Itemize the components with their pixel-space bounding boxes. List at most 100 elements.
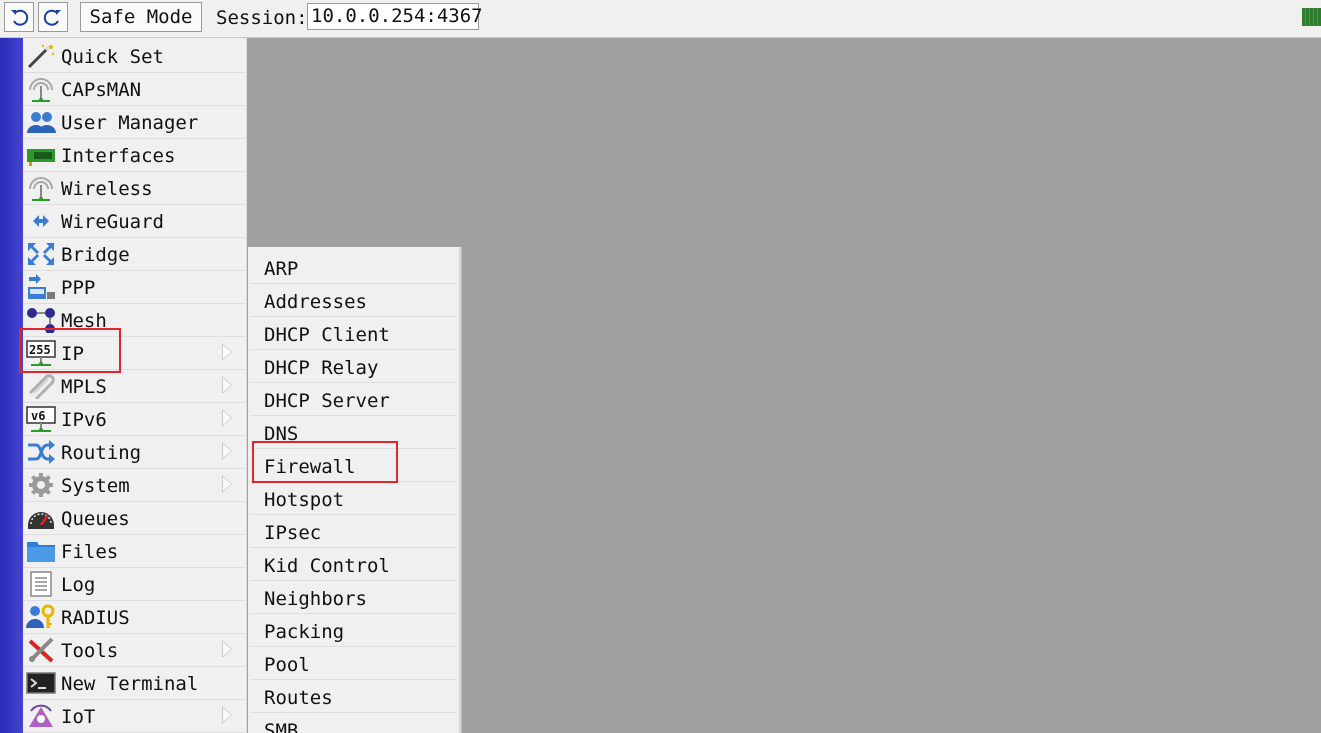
- menu-item-label: IoT: [61, 706, 96, 728]
- submenu-item-packing[interactable]: Packing: [250, 614, 456, 647]
- network-card-icon: [27, 149, 55, 166]
- menu-item-log[interactable]: Log: [23, 568, 245, 601]
- session-label: Session:: [216, 7, 308, 29]
- submenu-arrow-icon: [222, 640, 232, 658]
- submenu-item-label: SMB: [264, 720, 299, 733]
- bridge-icon: [28, 243, 54, 265]
- submenu-item-label: DHCP Relay: [264, 357, 379, 379]
- submenu-item-dhcp-server[interactable]: DHCP Server: [250, 383, 456, 416]
- gear-icon: [29, 473, 53, 497]
- menu-item-ip[interactable]: 255 IP: [23, 337, 245, 370]
- redo-button[interactable]: [38, 2, 68, 32]
- menu-item-label: IPv6: [61, 409, 107, 431]
- menu-item-label: Interfaces: [61, 145, 176, 167]
- menu-item-label: PPP: [61, 277, 96, 299]
- menu-item-label: Bridge: [61, 244, 130, 266]
- mesh-icon: [27, 308, 55, 333]
- submenu-item-label: IPsec: [264, 522, 322, 544]
- submenu-item-pool[interactable]: Pool: [250, 647, 456, 680]
- routing-icon: [28, 440, 55, 464]
- menu-item-label: Tools: [61, 640, 119, 662]
- submenu-item-kid-control[interactable]: Kid Control: [250, 548, 456, 581]
- menu-item-label: Files: [61, 541, 119, 563]
- menu-item-label: CAPsMAN: [61, 79, 142, 101]
- menu-item-label: System: [61, 475, 130, 497]
- submenu-item-label: Firewall: [264, 456, 356, 478]
- menu-item-ppp[interactable]: PPP: [23, 271, 245, 304]
- menu-item-label: Routing: [61, 442, 142, 464]
- wireguard-icon: [33, 215, 49, 227]
- ipv6-icon: v6: [26, 406, 56, 432]
- menu-item-interfaces[interactable]: Interfaces: [23, 139, 245, 172]
- terminal-icon: [26, 672, 56, 694]
- submenu-item-routes[interactable]: Routes: [250, 680, 456, 713]
- menu-item-queues[interactable]: Queues: [23, 502, 245, 535]
- submenu-item-hotspot[interactable]: Hotspot: [250, 482, 456, 515]
- submenu-item-dns[interactable]: DNS: [250, 416, 456, 449]
- menu-item-mesh[interactable]: Mesh: [23, 304, 245, 337]
- submenu-item-label: Hotspot: [264, 489, 345, 511]
- submenu-item-firewall[interactable]: Firewall: [250, 449, 456, 482]
- submenu-item-addresses[interactable]: Addresses: [250, 284, 456, 317]
- iot-icon: [29, 704, 53, 727]
- users-icon: [27, 112, 56, 133]
- submenu-arrow-icon: [222, 376, 232, 394]
- main-menu: Quick Set CAPsMAN User Manager Interface…: [23, 38, 247, 733]
- menu-item-label: User Manager: [61, 112, 199, 134]
- submenu-item-label: Kid Control: [264, 555, 390, 577]
- safe-mode-button[interactable]: Safe Mode: [80, 2, 202, 32]
- antenna-icon: [29, 177, 53, 201]
- menu-item-tools[interactable]: Tools: [23, 634, 245, 667]
- menu-item-ipv6[interactable]: v6 IPv6: [23, 403, 245, 436]
- menu-item-routing[interactable]: Routing: [23, 436, 245, 469]
- submenu-item-ipsec[interactable]: IPsec: [250, 515, 456, 548]
- menu-item-label: RADIUS: [61, 607, 130, 629]
- menu-item-label: Mesh: [61, 310, 107, 332]
- submenu-item-label: Neighbors: [264, 588, 367, 610]
- menu-item-label: WireGuard: [61, 211, 164, 233]
- menu-item-mpls[interactable]: MPLS: [23, 370, 245, 403]
- side-strip: [0, 38, 23, 733]
- menu-item-radius[interactable]: RADIUS: [23, 601, 245, 634]
- mpls-icon: [28, 374, 55, 399]
- gauge-icon: [28, 512, 54, 529]
- menu-item-label: IP: [61, 343, 84, 365]
- submenu-item-label: Pool: [264, 654, 310, 676]
- menu-item-capsman[interactable]: CAPsMAN: [23, 73, 245, 106]
- submenu-item-label: DHCP Client: [264, 324, 390, 346]
- menu-item-wireguard[interactable]: WireGuard: [23, 205, 245, 238]
- session-field[interactable]: 10.0.0.254:4367: [307, 3, 483, 30]
- submenu-item-neighbors[interactable]: Neighbors: [250, 581, 456, 614]
- submenu-item-dhcp-relay[interactable]: DHCP Relay: [250, 350, 456, 383]
- menu-item-label: Log: [61, 574, 96, 596]
- submenu-item-arp[interactable]: ARP: [250, 251, 456, 284]
- radius-icon: [26, 604, 55, 628]
- log-icon: [30, 571, 52, 597]
- wand-icon: [27, 44, 55, 69]
- menu-item-user-manager[interactable]: User Manager: [23, 106, 245, 139]
- submenu-item-dhcp-client[interactable]: DHCP Client: [250, 317, 456, 350]
- submenu-item-label: Addresses: [264, 291, 367, 313]
- submenu-arrow-icon: [222, 706, 232, 724]
- menu-item-label: Queues: [61, 508, 130, 530]
- menu-item-bridge[interactable]: Bridge: [23, 238, 245, 271]
- menu-item-system[interactable]: System: [23, 469, 245, 502]
- undo-icon: [11, 9, 29, 26]
- submenu-item-smb[interactable]: SMB: [250, 713, 456, 733]
- menu-item-iot[interactable]: IoT: [23, 700, 245, 733]
- menu-item-new-terminal[interactable]: New Terminal: [23, 667, 245, 700]
- submenu-item-label: DHCP Server: [264, 390, 390, 412]
- undo-button[interactable]: [4, 2, 34, 32]
- submenu-arrow-icon: [222, 343, 232, 361]
- submenu-arrow-icon: [222, 442, 232, 460]
- redo-icon: [43, 9, 61, 26]
- menu-item-files[interactable]: Files: [23, 535, 245, 568]
- submenu-item-label: Packing: [264, 621, 345, 643]
- svg-text:255: 255: [29, 343, 51, 357]
- menu-item-quick-set[interactable]: Quick Set: [23, 40, 245, 73]
- submenu-item-label: DNS: [264, 423, 299, 445]
- submenu-arrow-icon: [222, 409, 232, 427]
- menu-item-wireless[interactable]: Wireless: [23, 172, 245, 205]
- tools-icon: [28, 637, 54, 663]
- submenu-item-label: ARP: [264, 258, 299, 280]
